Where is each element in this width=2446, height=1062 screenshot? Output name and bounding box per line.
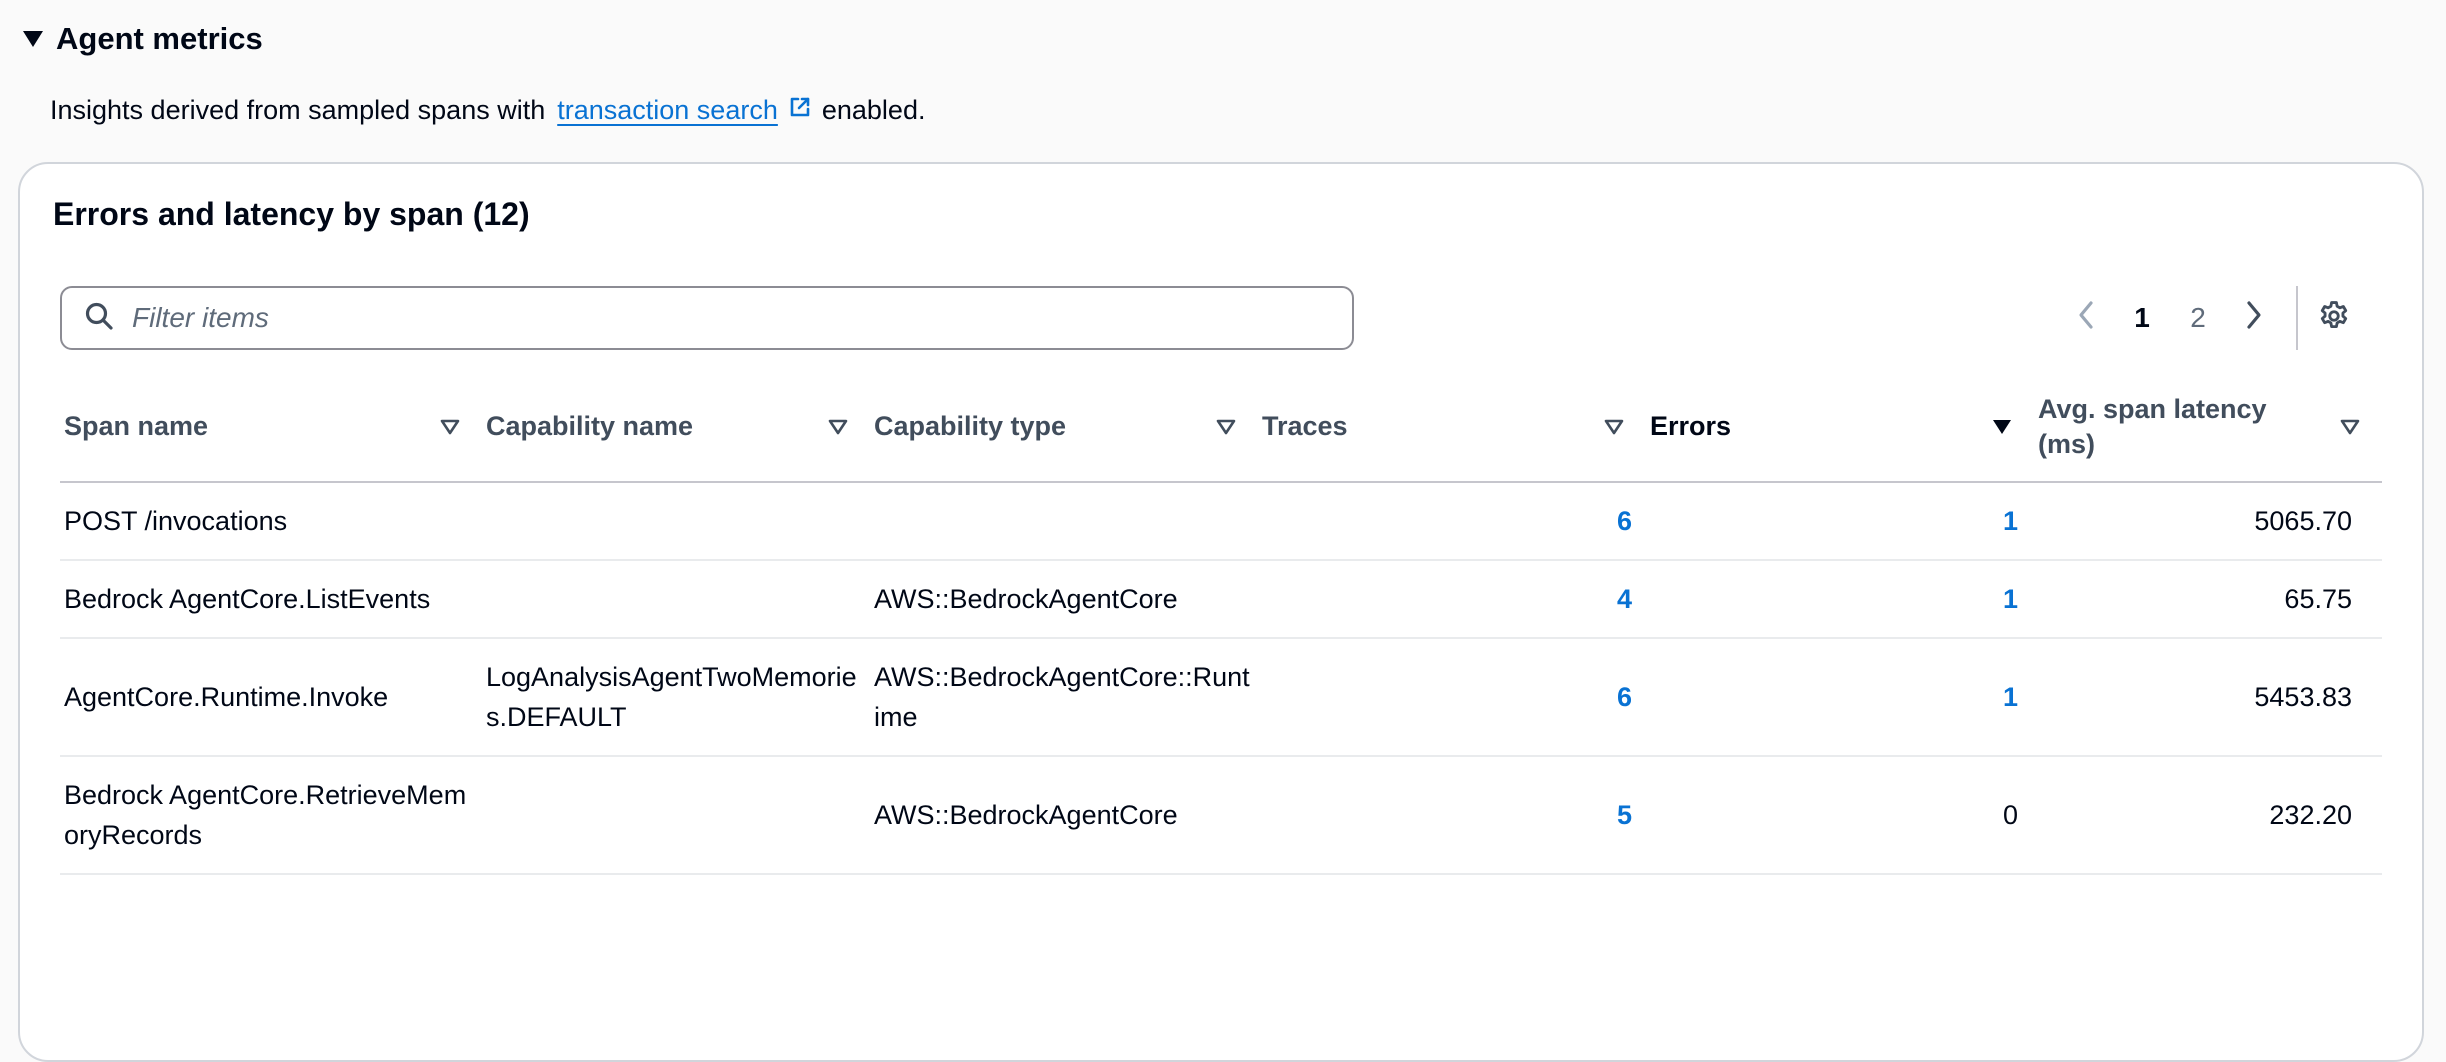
- panel-title: Errors and latency by span (12): [53, 196, 530, 232]
- page-2-button[interactable]: 2: [2170, 290, 2226, 346]
- traces-link[interactable]: 4: [1617, 584, 1632, 614]
- span-name-cell: Bedrock AgentCore.ListEvents: [60, 560, 482, 639]
- errors-link[interactable]: 1: [2003, 682, 2018, 712]
- table-row: POST /invocations 6 1 5065.70: [60, 482, 2382, 561]
- previous-page-button[interactable]: [2058, 290, 2114, 346]
- column-label: Traces: [1262, 411, 1348, 441]
- agent-metrics-expander[interactable]: Agent metrics: [22, 14, 263, 64]
- capability-type-cell: [870, 482, 1258, 561]
- sort-descending-icon: [1982, 419, 2022, 435]
- preferences-button[interactable]: [2306, 290, 2362, 346]
- column-label: Avg. span latency (ms): [2038, 393, 2267, 459]
- sort-icon: [818, 419, 858, 435]
- filter-input[interactable]: [130, 301, 1284, 335]
- insights-suffix: enabled.: [821, 94, 926, 125]
- pagination-divider: [2296, 286, 2298, 350]
- traces-cell: 5: [1258, 756, 1646, 875]
- latency-cell: 65.75: [2034, 560, 2382, 639]
- filter-box: [60, 286, 1354, 350]
- caret-down-icon: [22, 28, 44, 50]
- pagination: 1 2: [2058, 284, 2362, 352]
- sort-icon: [430, 419, 470, 435]
- capability-name-cell: LogAnalysisAgentTwoMemories.DEFAULT: [482, 638, 870, 757]
- insights-description: Insights derived from sampled spans with…: [50, 88, 925, 132]
- errors-latency-panel: Errors and latency by span (12) 1 2: [18, 162, 2424, 1062]
- column-header-capability-name[interactable]: Capability name: [482, 372, 870, 483]
- latency-cell: 5453.83: [2034, 638, 2382, 757]
- errors-cell: 0: [1646, 756, 2034, 875]
- transaction-search-link[interactable]: transaction search: [557, 95, 812, 126]
- column-label: Capability name: [486, 411, 694, 441]
- insights-prefix: Insights derived from sampled spans with: [50, 94, 546, 125]
- section-title: Agent metrics: [56, 21, 263, 56]
- page-1-button[interactable]: 1: [2114, 290, 2170, 346]
- latency-cell: 5065.70: [2034, 482, 2382, 561]
- table-row: AgentCore.Runtime.Invoke LogAnalysisAgen…: [60, 638, 2382, 757]
- next-page-button[interactable]: [2226, 290, 2282, 346]
- traces-link[interactable]: 6: [1617, 682, 1632, 712]
- chevron-right-icon: [2245, 300, 2263, 337]
- gear-icon: [2317, 299, 2351, 338]
- errors-link[interactable]: 1: [2003, 506, 2018, 536]
- sort-icon: [1206, 419, 1246, 435]
- capability-name-cell: [482, 560, 870, 639]
- span-name-cell: POST /invocations: [60, 482, 482, 561]
- traces-cell: 6: [1258, 482, 1646, 561]
- capability-type-cell: AWS::BedrockAgentCore::Runtime: [870, 638, 1258, 757]
- traces-link[interactable]: 6: [1617, 506, 1632, 536]
- external-link-icon: [788, 95, 812, 126]
- errors-cell: 1: [1646, 482, 2034, 561]
- span-name-cell: AgentCore.Runtime.Invoke: [60, 638, 482, 757]
- column-header-capability-type[interactable]: Capability type: [870, 372, 1258, 483]
- search-icon: [84, 301, 114, 336]
- table-row: Bedrock AgentCore.ListEvents AWS::Bedroc…: [60, 560, 2382, 639]
- traces-link[interactable]: 5: [1617, 800, 1632, 830]
- traces-cell: 6: [1258, 638, 1646, 757]
- capability-type-cell: AWS::BedrockAgentCore: [870, 560, 1258, 639]
- sort-icon: [2330, 419, 2370, 435]
- capability-name-cell: [482, 482, 870, 561]
- capability-type-cell: AWS::BedrockAgentCore: [870, 756, 1258, 875]
- errors-link[interactable]: 1: [2003, 584, 2018, 614]
- errors-cell: 1: [1646, 560, 2034, 639]
- column-header-avg-span-latency[interactable]: Avg. span latency (ms): [2034, 372, 2382, 483]
- transaction-search-link-label: transaction search: [557, 94, 778, 125]
- column-header-span-name[interactable]: Span name: [60, 372, 482, 483]
- spans-table: Span name Capability name Capability typ…: [60, 372, 2382, 875]
- sort-icon: [1594, 419, 1634, 435]
- table-header-row: Span name Capability name Capability typ…: [60, 372, 2382, 483]
- latency-cell: 232.20: [2034, 756, 2382, 875]
- column-header-traces[interactable]: Traces: [1258, 372, 1646, 483]
- table-row: Bedrock AgentCore.RetrieveMemoryRecords …: [60, 756, 2382, 875]
- errors-cell: 1: [1646, 638, 2034, 757]
- column-label: Span name: [64, 411, 209, 441]
- span-name-cell: Bedrock AgentCore.RetrieveMemoryRecords: [60, 756, 482, 875]
- column-label: Capability type: [874, 411, 1067, 441]
- column-label: Errors: [1650, 411, 1732, 441]
- traces-cell: 4: [1258, 560, 1646, 639]
- column-header-errors[interactable]: Errors: [1646, 372, 2034, 483]
- capability-name-cell: [482, 756, 870, 875]
- chevron-left-icon: [2077, 300, 2095, 337]
